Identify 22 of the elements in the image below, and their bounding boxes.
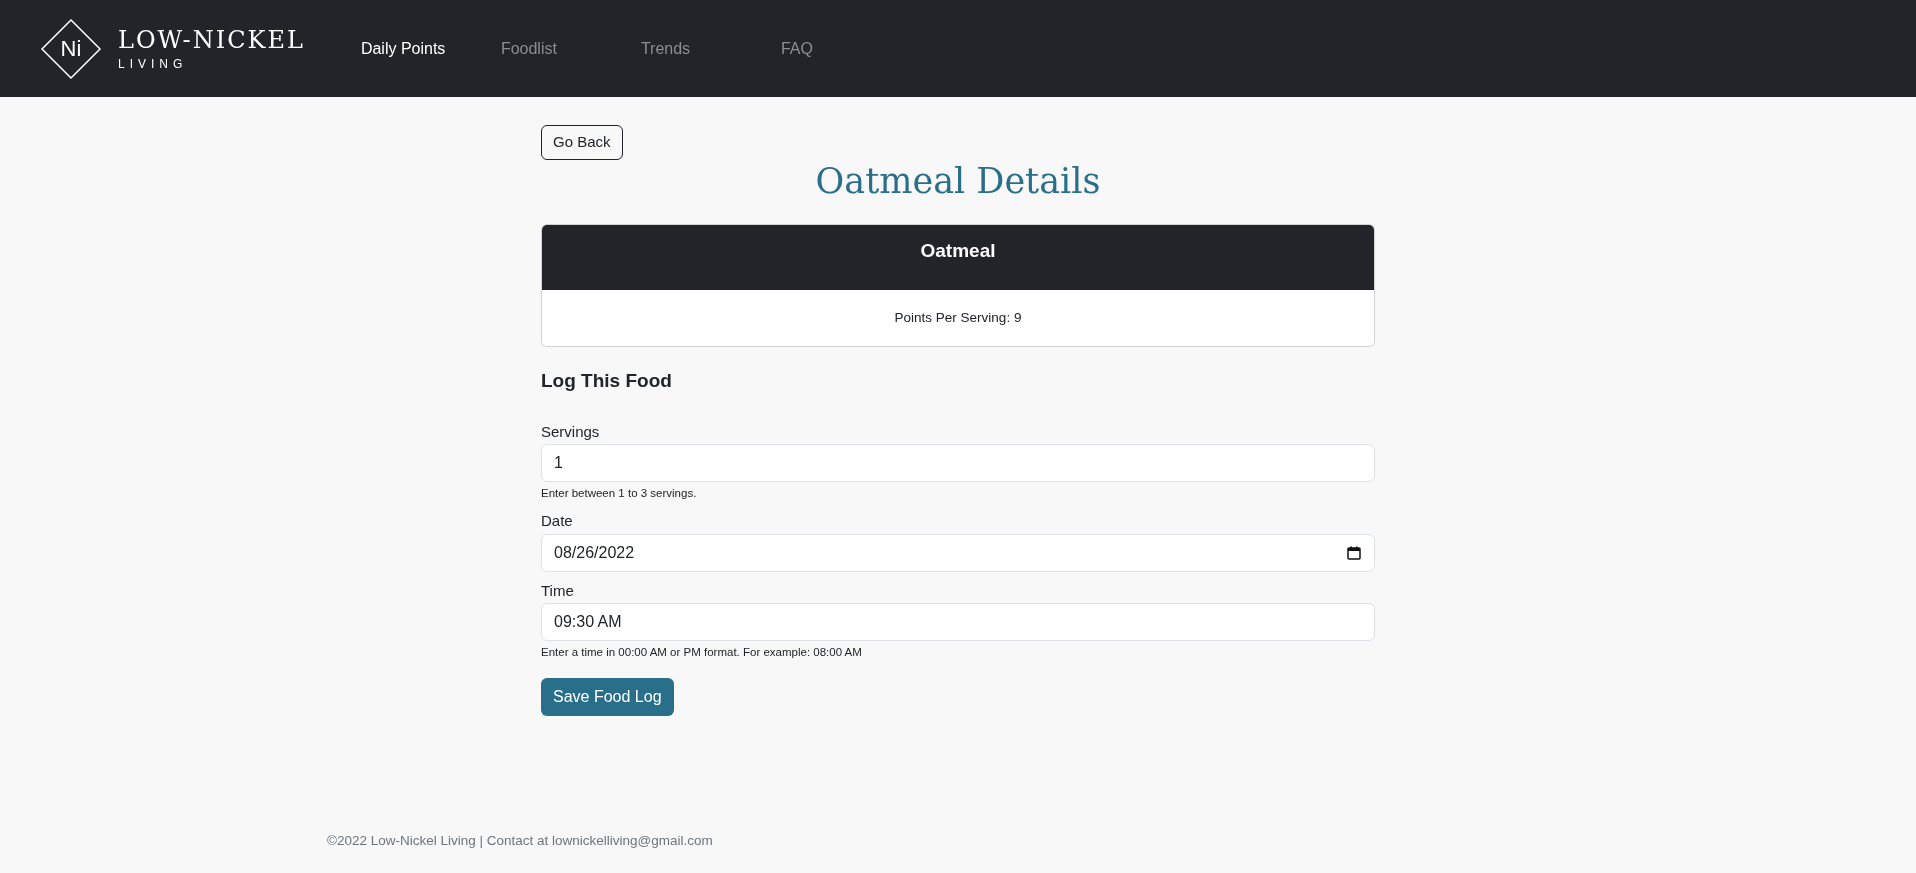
food-name: Oatmeal	[542, 224, 1374, 290]
help-text: Enter a time in 00:00 AM or PM format. For example: 08:00 AM	[541, 645, 863, 661]
nav-link[interactable]: FAQ	[780, 36, 921, 61]
brand-tagline: LIVING	[118, 57, 189, 70]
footer-text: ©2022 Low-Nickel Living | Contact at lownickelliving@gmail.com	[327, 831, 713, 850]
field-label: Servings	[541, 421, 601, 442]
time-field[interactable]: 09:30 AM	[541, 603, 1375, 642]
section-heading: Log This Food	[541, 369, 673, 393]
help-text: Enter between 1 to 3 servings.	[541, 486, 698, 502]
date-field[interactable]: 08/26/2022	[541, 533, 1375, 572]
nav-link[interactable]: Trends	[640, 36, 781, 61]
field-label: Date	[541, 511, 574, 532]
calendar-icon[interactable]	[1347, 545, 1361, 560]
page-title: Oatmeal Details	[814, 159, 1102, 202]
servings-field[interactable]: 1	[541, 444, 1375, 483]
save-button[interactable]: Save Food Log	[541, 677, 674, 716]
back-button[interactable]: Go Back	[541, 125, 623, 160]
nav-link[interactable]: Daily Points	[360, 36, 501, 61]
field-label: Time	[541, 580, 575, 601]
brand-name: LOW-NICKEL	[118, 27, 305, 52]
logo-icon: Ni	[40, 17, 102, 80]
nav-link[interactable]: Foodlist	[500, 36, 641, 61]
